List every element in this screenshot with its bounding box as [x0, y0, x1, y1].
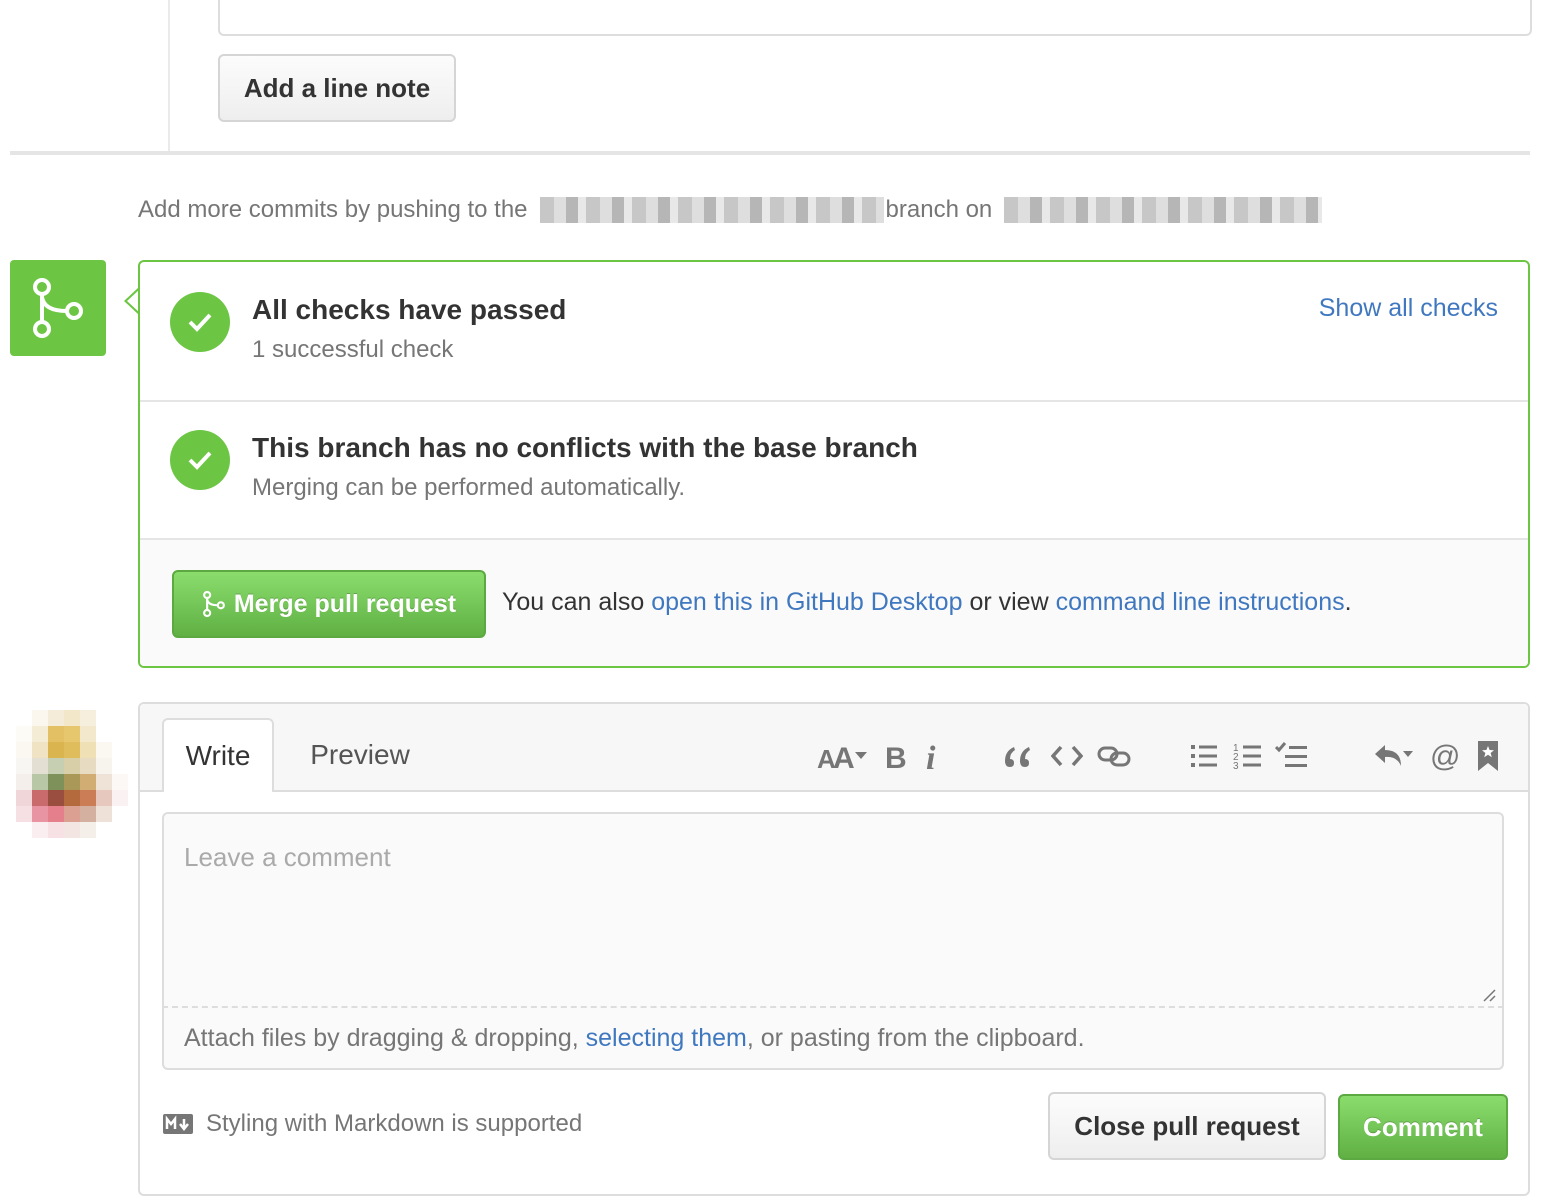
- check-success-icon: [170, 430, 230, 490]
- conflicts-title: This branch has no conflicts with the ba…: [252, 432, 918, 463]
- add-line-note-button[interactable]: Add a line note: [218, 54, 456, 122]
- merge-action-row: Merge pull request You can also open thi…: [140, 540, 1528, 666]
- also-prefix: You can also: [502, 588, 645, 616]
- mention-icon[interactable]: @: [1428, 736, 1462, 776]
- svg-text:A: A: [833, 742, 855, 772]
- markdown-note-text: Styling with Markdown is supported: [206, 1110, 583, 1137]
- comment-textarea[interactable]: Leave a comment: [162, 812, 1504, 1008]
- sentence-period: .: [1344, 588, 1352, 616]
- comment-tab-bar: Write Preview AA B i 123 @: [140, 704, 1528, 792]
- show-all-checks-link[interactable]: Show all checks: [1319, 294, 1498, 323]
- checks-title: All checks have passed: [252, 294, 567, 325]
- attach-suffix: , or pasting from the clipboard.: [746, 1023, 1085, 1052]
- bookmark-icon[interactable]: [1474, 736, 1502, 776]
- avatar[interactable]: [16, 710, 128, 838]
- github-desktop-link[interactable]: open this in GitHub Desktop: [651, 588, 962, 616]
- select-files-link[interactable]: selecting them: [586, 1024, 747, 1053]
- merge-pull-request-button[interactable]: Merge pull request: [172, 570, 486, 638]
- merge-button-label: Merge pull request: [233, 589, 457, 618]
- or-view-text: or view: [969, 588, 1049, 616]
- markdown-icon[interactable]: [162, 1113, 194, 1135]
- checks-status-row: All checks have passed 1 successful chec…: [140, 262, 1528, 402]
- text-size-icon[interactable]: AA: [816, 736, 872, 776]
- push-hint: Add more commits by pushing to the branc…: [138, 196, 1323, 224]
- command-line-instructions-link[interactable]: command line instructions: [1056, 588, 1345, 616]
- link-icon[interactable]: [1096, 736, 1132, 776]
- redacted-branch-name: [539, 197, 884, 223]
- attach-prefix: Attach files by dragging & dropping,: [184, 1023, 579, 1052]
- conflicts-subtitle: Merging can be performed automatically.: [252, 474, 686, 501]
- markdown-note: Styling with Markdown is supported: [162, 1110, 582, 1138]
- svg-text:3: 3: [1233, 761, 1239, 771]
- check-success-icon: [170, 292, 230, 352]
- redacted-repo-name: [1004, 197, 1323, 223]
- close-pull-request-button[interactable]: Close pull request: [1048, 1092, 1326, 1160]
- reply-icon[interactable]: [1372, 736, 1418, 776]
- italic-icon[interactable]: i: [922, 736, 944, 776]
- merge-alternatives-text: You can also open this in GitHub Desktop…: [502, 588, 1352, 617]
- merge-status-badge: [10, 260, 106, 356]
- svg-text:@: @: [1430, 740, 1460, 772]
- push-hint-prefix: Add more commits by pushing to the: [138, 196, 528, 223]
- line-note-textarea[interactable]: [218, 0, 1532, 36]
- checks-subtitle: 1 successful check: [252, 336, 454, 363]
- bold-icon[interactable]: B: [880, 736, 910, 776]
- ordered-list-icon[interactable]: 123: [1232, 736, 1264, 776]
- git-merge-icon: [33, 278, 83, 338]
- tab-write[interactable]: Write: [162, 718, 274, 792]
- merge-status-box: All checks have passed 1 successful chec…: [138, 260, 1530, 668]
- resize-handle-icon[interactable]: [1482, 988, 1496, 1002]
- new-comment-form: Write Preview AA B i 123 @ Leave a comme…: [138, 702, 1530, 1196]
- unordered-list-icon[interactable]: [1188, 736, 1220, 776]
- svg-text:B: B: [885, 742, 907, 772]
- git-merge-icon: [202, 590, 225, 618]
- push-hint-middle: branch on: [885, 196, 993, 223]
- attach-files-bar[interactable]: Attach files by dragging & dropping, sel…: [162, 1008, 1504, 1070]
- diff-gutter-line: [168, 0, 170, 152]
- section-divider: [10, 151, 1530, 155]
- quote-icon[interactable]: [1000, 736, 1034, 776]
- conflicts-status-row: This branch has no conflicts with the ba…: [140, 402, 1528, 540]
- tab-preview[interactable]: Preview: [290, 718, 430, 792]
- code-icon[interactable]: [1050, 736, 1084, 776]
- svg-text:i: i: [926, 740, 936, 773]
- task-list-icon[interactable]: [1274, 736, 1310, 776]
- comment-button[interactable]: Comment: [1338, 1094, 1508, 1160]
- comment-placeholder: Leave a comment: [184, 842, 391, 872]
